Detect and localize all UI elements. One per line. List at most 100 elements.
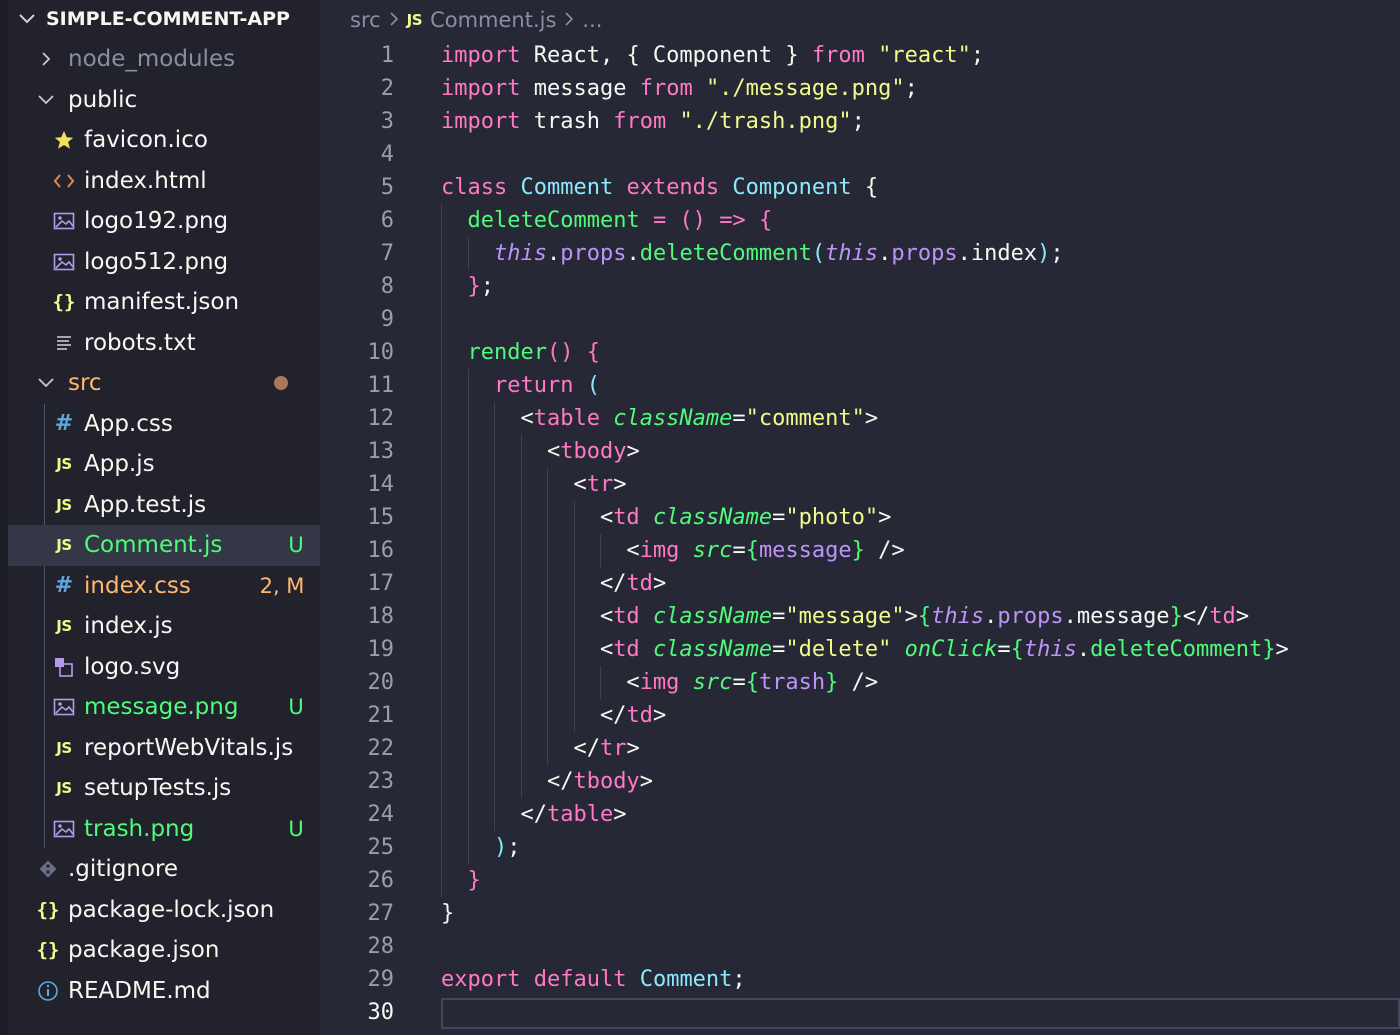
code-line[interactable]: 24 </table> (320, 798, 1400, 831)
code-text: </td> (441, 699, 666, 732)
code-token: td (613, 603, 640, 629)
code-line[interactable]: 11 return ( (320, 369, 1400, 402)
tree-item[interactable]: logo512.png (8, 242, 320, 283)
code-token: ; (1050, 240, 1064, 266)
code-token: = (732, 537, 746, 563)
tree-item[interactable]: {} manifest.json (8, 282, 320, 323)
code-token: td (613, 636, 640, 662)
code-line[interactable]: 5 class Comment extends Component { (320, 171, 1400, 204)
code-token: this (825, 240, 879, 266)
chevron-down-icon[interactable] (34, 94, 58, 106)
code-token: Comment (520, 174, 614, 200)
breadcrumb-file[interactable]: Comment.js (430, 8, 556, 32)
code-token: td (626, 702, 653, 728)
code-line[interactable]: 13 <tbody> (320, 435, 1400, 468)
code-token: > (904, 603, 918, 629)
code-text: ); (441, 831, 521, 864)
code-line[interactable]: 20 <img src={trash} /> (320, 666, 1400, 699)
code-line[interactable]: 9 (320, 303, 1400, 336)
tree-item[interactable]: message.png U (8, 687, 320, 728)
code-line[interactable]: 15 <td className="photo"> (320, 501, 1400, 534)
code-line[interactable]: 14 <tr> (320, 468, 1400, 501)
tree-item[interactable]: logo.svg (8, 647, 320, 688)
line-number: 28 (367, 933, 395, 959)
tree-item-label: logo.svg (84, 653, 181, 680)
code-token: ; (904, 75, 918, 101)
code-token: } (467, 867, 481, 893)
tree-item-label: public (68, 86, 138, 113)
code-line[interactable]: 4 (320, 138, 1400, 171)
tree-item-label: trash.png (84, 815, 195, 842)
code-line[interactable]: 28 (320, 930, 1400, 963)
tree-item[interactable]: index.html (8, 161, 320, 202)
tree-item[interactable]: JS setupTests.js (8, 768, 320, 809)
line-number: 23 (367, 768, 395, 794)
image-icon (50, 697, 78, 717)
chevron-right-icon (389, 8, 399, 32)
code-line[interactable]: 10 render() { (320, 336, 1400, 369)
tree-item[interactable]: trash.png U (8, 809, 320, 850)
code-token: extends (626, 174, 720, 200)
chevron-down-icon[interactable] (34, 377, 58, 389)
code-token: "message" (785, 603, 905, 629)
tree-item[interactable]: logo192.png (8, 201, 320, 242)
code-line[interactable]: 21 </td> (320, 699, 1400, 732)
code-line[interactable]: 1 import React, { Component } from "react… (320, 39, 1400, 72)
tree-item[interactable]: favicon.ico (8, 120, 320, 161)
tree-item-label: index.js (84, 613, 173, 640)
tree-item[interactable]: # index.css 2, M (8, 566, 320, 607)
tree-item[interactable]: JS Comment.js U (8, 525, 320, 566)
code-line[interactable]: 7 this.props.deleteComment(this.props.in… (320, 237, 1400, 270)
code-text: } (441, 864, 481, 897)
tree-item-label: .gitignore (68, 856, 179, 883)
tree-item-label: index.html (84, 167, 207, 194)
code-line[interactable]: 23 </tbody> (320, 765, 1400, 798)
code-line[interactable]: 30 (320, 996, 1400, 1029)
code-line[interactable]: 29 export default Comment; (320, 963, 1400, 996)
code-line[interactable]: 22 </tr> (320, 732, 1400, 765)
tree-item[interactable]: JS App.js (8, 444, 320, 485)
json-icon: {} (36, 898, 60, 921)
code-line[interactable]: 12 <table className="comment"> (320, 402, 1400, 435)
tree-item[interactable]: # App.css (8, 404, 320, 445)
tree-item[interactable]: JS index.js (8, 606, 320, 647)
project-header[interactable]: SIMPLE-COMMENT-APP (8, 0, 320, 38)
tree-item[interactable]: JS reportWebVitals.js (8, 728, 320, 769)
code-line[interactable]: 17 </td> (320, 567, 1400, 600)
code-line[interactable]: 8 }; (320, 270, 1400, 303)
tree-item[interactable]: node_modules (8, 39, 320, 80)
code-line[interactable]: 2 import message from "./message.png"; (320, 72, 1400, 105)
code-token: class (441, 174, 508, 200)
code-line[interactable]: 27} (320, 897, 1400, 930)
chevron-right-icon[interactable] (34, 50, 58, 68)
code-line[interactable]: 16 <img src={message} /> (320, 534, 1400, 567)
tree-item[interactable]: JS App.test.js (8, 485, 320, 526)
code-line[interactable]: 3 import trash from "./trash.png"; (320, 105, 1400, 138)
code-token: < (441, 405, 534, 431)
code-line[interactable]: 18 <td className="message">{this.props.m… (320, 600, 1400, 633)
tree-item[interactable]: src (8, 363, 320, 404)
tree-item[interactable]: .gitignore (8, 849, 320, 890)
tree-item[interactable]: {} package-lock.json (8, 890, 320, 931)
code-line[interactable]: 26 } (320, 864, 1400, 897)
breadcrumb-folder[interactable]: src (350, 8, 381, 32)
code-token: > (652, 702, 667, 728)
code-line[interactable]: 25 ); (320, 831, 1400, 864)
javascript-icon: JS (56, 617, 72, 636)
tree-item-label: reportWebVitals.js (84, 734, 294, 761)
tree-item[interactable]: robots.txt (8, 323, 320, 364)
code-line[interactable]: 6 deleteComment = () => { (320, 204, 1400, 237)
code-editor[interactable]: src JS Comment.js ... 1 import React, { C… (320, 0, 1400, 1035)
code-token: "./trash.png" (679, 108, 852, 134)
code-line[interactable]: 19 <td className="delete" onClick={this.… (320, 633, 1400, 666)
breadcrumb-more[interactable]: ... (582, 8, 602, 32)
code-token: import (441, 75, 521, 101)
code-token: import (441, 42, 521, 68)
tree-item[interactable]: README.md (8, 971, 320, 1012)
tree-item[interactable]: public (8, 80, 320, 121)
code-token: > (639, 768, 653, 794)
tree-item[interactable]: {} package.json (8, 930, 320, 971)
